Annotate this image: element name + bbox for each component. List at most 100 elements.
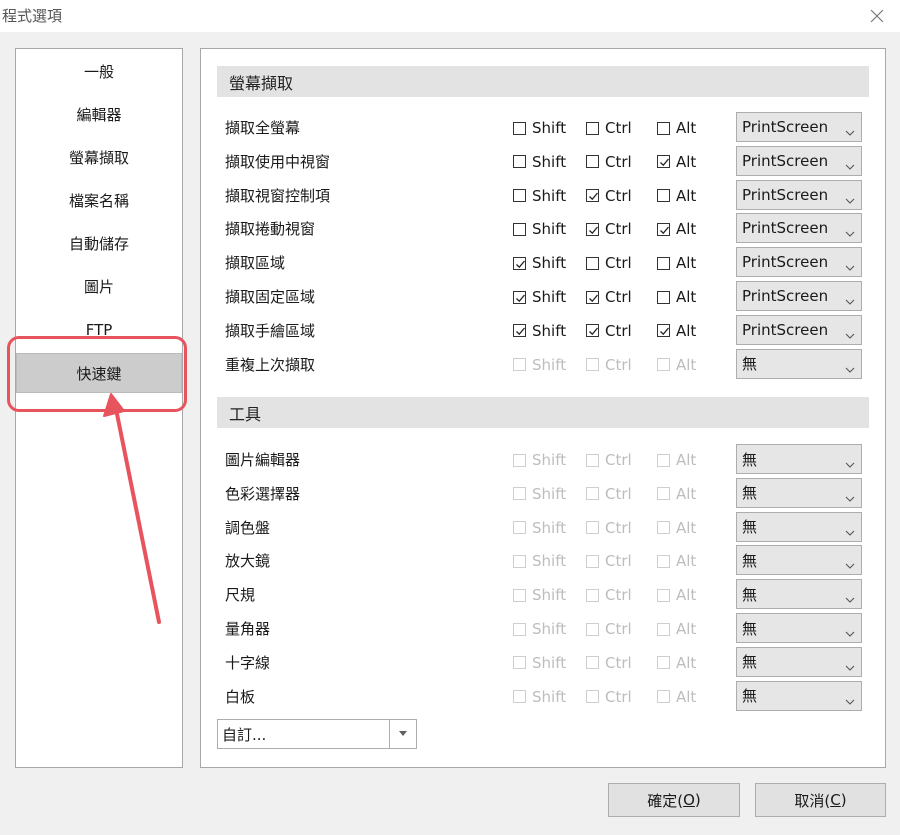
ctrl-label: Ctrl — [605, 552, 632, 571]
shift-checkbox[interactable]: Shift — [513, 187, 566, 205]
key-select[interactable]: 無 — [736, 444, 862, 474]
key-select-value: PrintScreen — [742, 287, 829, 305]
sidebar-item-autosave[interactable]: 自動儲存 — [16, 223, 182, 263]
shift-checkbox: Shift — [513, 552, 566, 570]
alt-checkbox[interactable]: Alt — [657, 254, 696, 272]
checkbox-empty-icon — [513, 554, 526, 568]
alt-label: Alt — [676, 254, 697, 273]
shift-label: Shift — [532, 620, 567, 638]
sidebar-item-hotkeys[interactable]: 快速鍵 — [16, 353, 182, 393]
hotkey-label: 擷取手繪區域 — [225, 321, 316, 340]
checkbox-empty-icon — [586, 487, 599, 501]
hotkey-row: 重複上次擷取 Shift Ctrl Alt 無 — [201, 348, 885, 382]
checkbox-empty-icon — [586, 554, 599, 568]
key-select[interactable]: 無 — [736, 613, 862, 643]
hotkey-row: 白板 Shift Ctrl Alt 無 — [201, 680, 885, 714]
key-select[interactable]: 無 — [736, 579, 862, 610]
hotkey-row: 調色盤 Shift Ctrl Alt 無 — [201, 511, 885, 545]
shift-checkbox[interactable]: Shift — [513, 288, 566, 306]
key-select[interactable]: 無 — [736, 680, 862, 711]
alt-label: Alt — [676, 186, 697, 205]
sidebar-item-ftp[interactable]: FTP — [16, 310, 182, 350]
alt-checkbox[interactable]: Alt — [657, 220, 696, 238]
shift-label: Shift — [532, 355, 567, 374]
ctrl-checkbox[interactable]: Ctrl — [586, 288, 632, 306]
key-select[interactable]: PrintScreen — [736, 281, 862, 311]
sidebar-item-general[interactable]: 一般 — [16, 51, 182, 91]
custom-dropdown-button[interactable] — [389, 720, 416, 748]
ctrl-label: Ctrl — [605, 484, 632, 503]
cancel-button[interactable]: 取消(C) — [755, 783, 886, 817]
hotkey-label: 擷取固定區域 — [225, 288, 316, 306]
sidebar-item-filename[interactable]: 檔案名稱 — [16, 180, 182, 220]
shift-checkbox[interactable]: Shift — [513, 119, 566, 137]
cancel-button-label: 取消( — [794, 791, 831, 810]
checkbox-checked-icon — [586, 324, 599, 338]
checkbox-empty-icon — [513, 656, 526, 670]
key-select[interactable]: PrintScreen — [736, 314, 862, 345]
key-select[interactable]: 無 — [736, 477, 862, 508]
alt-checkbox[interactable]: Alt — [657, 288, 696, 306]
sidebar-item-image[interactable]: 圖片 — [16, 266, 182, 306]
sidebar-item-capture[interactable]: 螢幕擷取 — [16, 137, 182, 177]
custom-dropdown[interactable]: 自訂... — [217, 719, 417, 749]
shift-checkbox[interactable]: Shift — [513, 254, 566, 272]
chevron-down-icon — [845, 489, 855, 507]
key-select[interactable]: 無 — [736, 348, 862, 379]
ctrl-label: Ctrl — [605, 687, 632, 706]
key-select-value: PrintScreen — [742, 219, 829, 238]
shift-label: Shift — [532, 254, 567, 273]
key-select-value: 無 — [742, 687, 758, 706]
checkbox-empty-icon — [513, 690, 526, 704]
ctrl-label: Ctrl — [605, 119, 632, 137]
alt-label: Alt — [676, 552, 697, 571]
shift-label: Shift — [532, 119, 567, 137]
ctrl-checkbox[interactable]: Ctrl — [586, 153, 632, 171]
key-select[interactable]: 無 — [736, 646, 862, 677]
alt-checkbox: Alt — [657, 688, 696, 706]
checkbox-empty-icon — [513, 622, 526, 636]
hotkey-row: 擷取捲動視窗 Shift Ctrl Alt PrintScreen — [201, 212, 885, 246]
alt-checkbox[interactable]: Alt — [657, 119, 696, 137]
ctrl-checkbox[interactable]: Ctrl — [586, 322, 632, 340]
hotkey-label: 擷取全螢幕 — [225, 119, 301, 137]
checkbox-empty-icon — [586, 656, 599, 670]
hotkey-label: 調色盤 — [225, 518, 271, 537]
ctrl-checkbox[interactable]: Ctrl — [586, 254, 632, 272]
sidebar-item-editor[interactable]: 編輯器 — [16, 94, 182, 134]
shift-checkbox[interactable]: Shift — [513, 220, 566, 238]
chevron-down-icon — [845, 360, 855, 378]
key-select[interactable]: PrintScreen — [736, 112, 862, 142]
key-select[interactable]: 無 — [736, 511, 862, 542]
chevron-down-icon — [845, 455, 855, 473]
hotkey-row: 擷取手繪區域 Shift Ctrl Alt PrintScreen — [201, 314, 885, 348]
alt-label: Alt — [676, 321, 697, 340]
alt-checkbox[interactable]: Alt — [657, 153, 696, 171]
ctrl-checkbox[interactable]: Ctrl — [586, 220, 632, 238]
close-button[interactable] — [854, 0, 900, 32]
ok-button[interactable]: 確定(O) — [608, 783, 740, 817]
key-select[interactable]: PrintScreen — [736, 247, 862, 278]
ctrl-checkbox[interactable]: Ctrl — [586, 119, 632, 137]
key-select[interactable]: PrintScreen — [736, 179, 862, 210]
ctrl-label: Ctrl — [605, 586, 632, 605]
hotkey-label: 擷取視窗控制項 — [225, 186, 331, 205]
checkbox-empty-icon — [657, 554, 670, 568]
ctrl-checkbox[interactable]: Ctrl — [586, 187, 632, 205]
key-select[interactable]: PrintScreen — [736, 145, 862, 176]
close-icon — [870, 9, 884, 23]
chevron-down-icon — [845, 191, 855, 209]
ctrl-label: Ctrl — [605, 254, 632, 273]
ctrl-checkbox: Ctrl — [586, 586, 632, 604]
hotkey-row: 擷取使用中視窗 Shift Ctrl Alt PrintScreen — [201, 145, 885, 179]
alt-checkbox[interactable]: Alt — [657, 322, 696, 340]
alt-checkbox: Alt — [657, 519, 696, 537]
checkbox-empty-icon — [657, 690, 670, 704]
ctrl-checkbox: Ctrl — [586, 519, 632, 537]
shift-checkbox[interactable]: Shift — [513, 153, 566, 171]
key-select[interactable]: PrintScreen — [736, 213, 862, 244]
key-select[interactable]: 無 — [736, 545, 862, 576]
shift-label: Shift — [532, 451, 567, 469]
alt-checkbox[interactable]: Alt — [657, 187, 696, 205]
shift-checkbox[interactable]: Shift — [513, 322, 566, 340]
